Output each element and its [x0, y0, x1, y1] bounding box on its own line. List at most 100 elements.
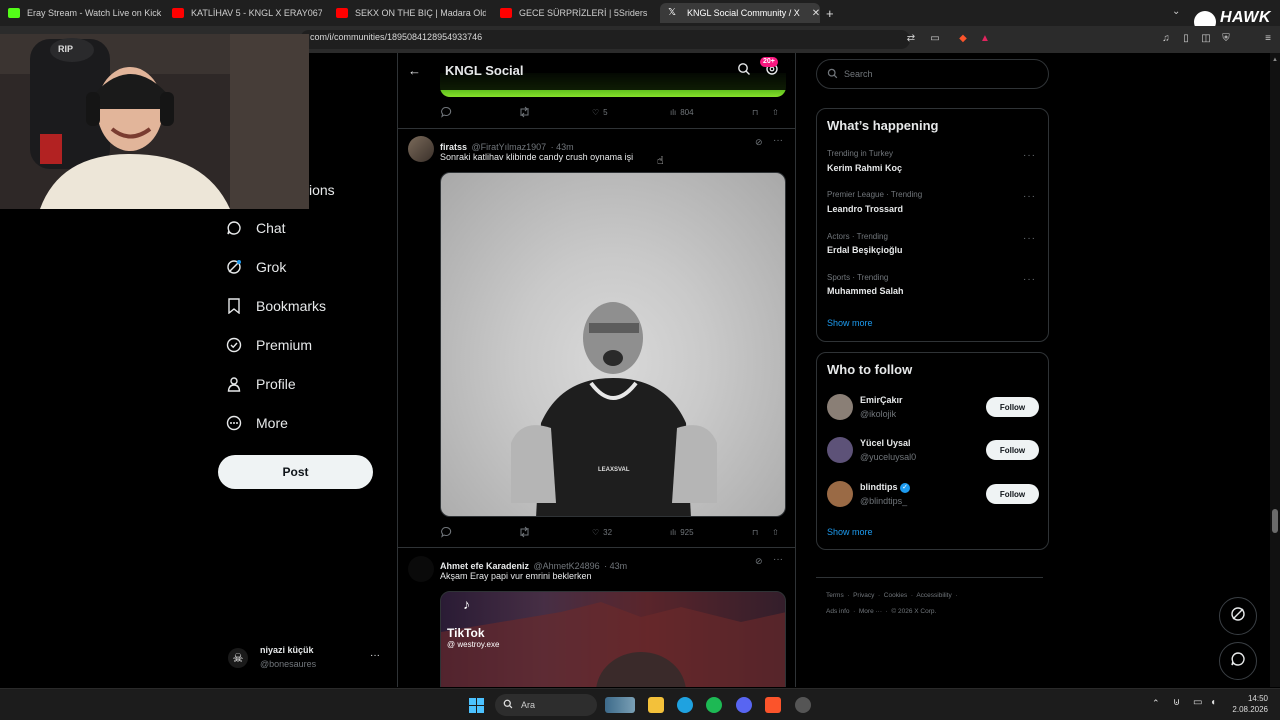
tweet-media-video[interactable]: LEAXSVAL — [440, 172, 786, 517]
monitor-icon[interactable]: ▭ — [1193, 697, 1202, 708]
avatar[interactable] — [827, 394, 853, 420]
reply-icon[interactable] — [440, 106, 518, 118]
follow-user-handle[interactable]: @ikolojik — [860, 409, 896, 419]
like-button[interactable]: ♡ 5 — [592, 108, 670, 117]
bookmark-icon[interactable]: ⊓ — [752, 528, 772, 537]
footer-link-ads-info[interactable]: Ads info — [826, 608, 850, 615]
views-button[interactable]: ılı 925 — [670, 528, 752, 537]
tweet-author-name[interactable]: Ahmet efe Karadeniz — [440, 561, 529, 571]
volume-icon[interactable]: ◖ — [1210, 697, 1216, 708]
footer-link-privacy[interactable]: Privacy — [853, 592, 874, 599]
retweet-icon[interactable] — [518, 106, 592, 118]
share-icon[interactable]: ⇧ — [772, 528, 779, 537]
chevron-up-icon[interactable]: ⌃ — [1152, 698, 1160, 709]
chat-float-button[interactable] — [1219, 642, 1257, 680]
show-more-link[interactable]: Show more — [827, 318, 873, 328]
tweet-author-handle[interactable]: @FiratYılmaz1907 — [471, 142, 546, 152]
footer-link-accessibility[interactable]: Accessibility — [916, 592, 951, 599]
tweet-author-name[interactable]: firatss — [440, 142, 467, 152]
like-button[interactable]: ♡ 32 — [592, 528, 670, 537]
tweet-author-handle[interactable]: @AhmetK24896 — [533, 561, 599, 571]
follow-button[interactable]: Follow — [986, 484, 1039, 504]
post-button[interactable]: Post — [218, 455, 373, 489]
trend-item[interactable]: Kerim Rahmi Koç — [827, 163, 902, 173]
bookmark-icon[interactable]: ⊓ — [752, 108, 772, 117]
nav-bookmarks[interactable]: Bookmarks — [225, 297, 326, 315]
scrollbar-thumb[interactable] — [1272, 509, 1278, 533]
trend-item[interactable]: Erdal Beşikçioğlu — [827, 245, 903, 255]
nav-grok[interactable]: Grok — [225, 258, 286, 276]
follow-user-handle[interactable]: @blindtips_ — [860, 496, 907, 506]
trend-more-icon[interactable]: ··· — [1023, 233, 1036, 244]
widgets-icon[interactable] — [605, 697, 635, 713]
brave-icon[interactable] — [765, 697, 781, 713]
chevron-down-icon[interactable]: ⌄ — [1172, 6, 1180, 17]
menu-icon[interactable]: ≡ — [1262, 33, 1274, 45]
footer-link-more[interactable]: More ··· — [859, 608, 882, 615]
tweet-time[interactable]: · 43m — [604, 561, 627, 571]
avatar[interactable] — [408, 136, 434, 162]
share-icon[interactable]: ⇧ — [772, 108, 779, 117]
back-arrow-icon[interactable]: ← — [408, 63, 421, 78]
grok-float-button[interactable] — [1219, 597, 1257, 635]
avatar[interactable]: ☠ — [228, 648, 248, 668]
grok-icon[interactable]: ⊘ — [755, 556, 763, 567]
tweet-time[interactable]: · 43m — [551, 142, 574, 152]
vpn-icon[interactable]: ⛨ — [1220, 33, 1232, 45]
tab-kick[interactable]: Eray Stream - Watch Live on Kick — [8, 3, 168, 23]
nav-chat[interactable]: Chat — [225, 219, 286, 237]
show-more-link[interactable]: Show more — [827, 527, 873, 537]
tweet-more-icon[interactable]: ··· — [773, 135, 783, 146]
tab-youtube-katlihav[interactable]: KATLİHAV 5 - KNGL X ERAY067 & M — [172, 3, 322, 23]
trend-more-icon[interactable]: ··· — [1023, 274, 1036, 285]
views-button[interactable]: ılı 804 — [670, 108, 752, 117]
close-tab-icon[interactable]: ✕ — [812, 8, 820, 19]
obs-icon[interactable] — [795, 697, 811, 713]
scroll-up-icon[interactable]: ▲ — [1272, 57, 1278, 63]
discord-icon[interactable] — [736, 697, 752, 713]
account-menu-button[interactable]: ··· — [370, 650, 380, 661]
page-scrollbar[interactable]: ▲ — [1270, 53, 1280, 687]
search-icon[interactable] — [737, 62, 751, 81]
follow-user-name[interactable]: EmirÇakır — [860, 395, 903, 405]
trend-more-icon[interactable]: ··· — [1023, 150, 1036, 161]
tweet-media-video[interactable]: ♪ TikTok @ westroy.exe — [440, 591, 786, 687]
new-tab-button[interactable]: + — [826, 3, 840, 23]
follow-button[interactable]: Follow — [986, 440, 1039, 460]
avatar[interactable] — [408, 556, 434, 582]
brave-shield-icon[interactable]: ◆ — [957, 33, 969, 45]
avatar[interactable] — [827, 437, 853, 463]
microphone-icon[interactable]: ⊍ — [1173, 697, 1180, 708]
sidebar-icon[interactable]: ▯ — [1180, 33, 1192, 45]
footer-link-terms[interactable]: Terms — [826, 592, 844, 599]
follow-button[interactable]: Follow — [986, 397, 1039, 417]
retweet-icon[interactable] — [518, 526, 592, 538]
reply-icon[interactable] — [440, 526, 518, 538]
nav-profile[interactable]: Profile — [225, 375, 296, 393]
trend-more-icon[interactable]: ··· — [1023, 191, 1036, 202]
tweet-more-icon[interactable]: ··· — [773, 554, 783, 565]
tab-youtube-sekx[interactable]: SEKX ON THE BIÇ | Madara Olduk #7 — [336, 3, 486, 23]
trend-item[interactable]: Leandro Trossard — [827, 204, 903, 214]
taskbar-search[interactable]: Ara — [495, 694, 597, 716]
tab-x-community[interactable]: 𝕏 KNGL Social Community / X ✕ — [660, 3, 820, 23]
trend-item[interactable]: Muhammed Salah — [827, 286, 904, 296]
brave-rewards-icon[interactable]: ▲ — [979, 33, 991, 45]
follow-user-name-row[interactable]: blindtips ✓ — [860, 482, 911, 493]
avatar[interactable] — [827, 481, 853, 507]
translate-icon[interactable]: ⇄ — [905, 33, 917, 45]
cast-icon[interactable]: ▭ — [929, 33, 941, 45]
file-explorer-icon[interactable] — [648, 697, 664, 713]
nav-more[interactable]: More — [225, 414, 288, 432]
grok-icon[interactable]: ⊘ — [755, 137, 763, 148]
media-icon[interactable]: ♫ — [1160, 33, 1172, 45]
tab-youtube-gece[interactable]: GECE SÜRPRİZLERİ | 5Sriders | Moto — [500, 3, 650, 23]
taskbar-clock[interactable]: 14:50 2.08.2026 — [1232, 694, 1268, 714]
windows-start-icon[interactable] — [469, 698, 484, 718]
follow-user-name[interactable]: Yücel Uysal — [860, 438, 911, 448]
search-input[interactable]: Search — [816, 59, 1049, 89]
extensions-icon[interactable]: ◫ — [1200, 33, 1212, 45]
follow-user-handle[interactable]: @yuceluysal0 — [860, 452, 916, 462]
spotify-icon[interactable] — [706, 697, 722, 713]
nav-premium[interactable]: Premium — [225, 336, 312, 354]
